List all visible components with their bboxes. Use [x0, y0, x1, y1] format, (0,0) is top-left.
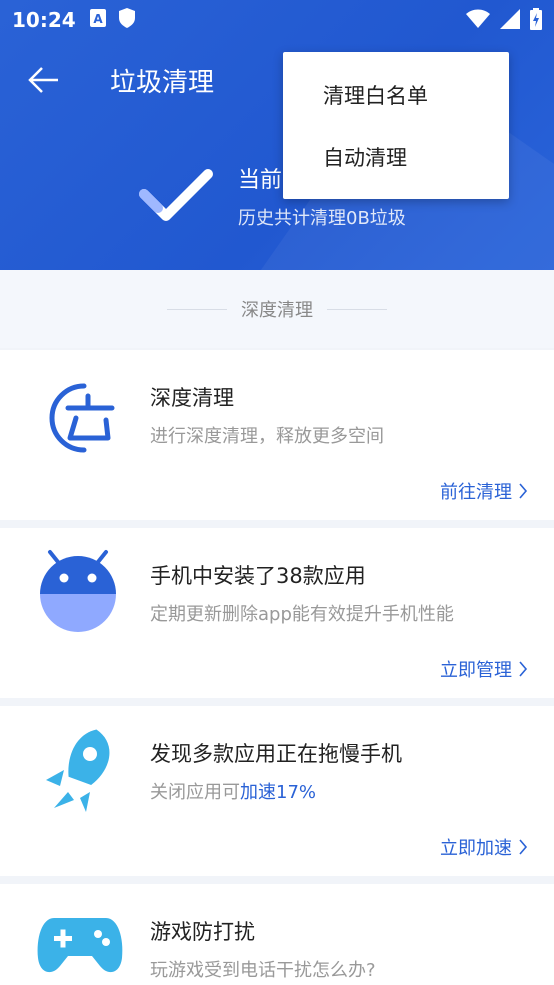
notification-a-icon: A	[89, 9, 106, 31]
card-description: 玩游戏受到电话干扰怎么办?	[150, 960, 376, 981]
card-description: 定期更新删除app能有效提升手机性能	[150, 604, 454, 625]
menu-item-auto-clean[interactable]: 自动清理	[323, 142, 407, 172]
action-label: 前往清理	[440, 482, 512, 503]
svg-text:A: A	[93, 12, 103, 26]
go-clean-button[interactable]: 前往清理	[440, 478, 528, 504]
chevron-right-icon	[519, 483, 528, 499]
history-clean-text: 历史共计清理0B垃圾	[238, 208, 406, 229]
gamepad-icon	[36, 912, 124, 985]
status-right-icons	[466, 8, 542, 34]
rocket-icon	[40, 724, 120, 820]
deep-clean-card[interactable]: 深度清理 进行深度清理，释放更多空间 前往清理	[0, 350, 554, 520]
desc-prefix: 关闭应用可	[150, 782, 240, 803]
speed-up-card[interactable]: 发现多款应用正在拖慢手机 关闭应用可加速17% 立即加速	[0, 706, 554, 876]
deep-clean-icon	[36, 378, 116, 462]
battery-icon	[530, 8, 542, 34]
action-label: 立即加速	[440, 838, 512, 859]
android-icon	[36, 548, 120, 642]
action-label: 立即管理	[440, 660, 512, 681]
card-title: 发现多款应用正在拖慢手机	[150, 742, 402, 766]
current-status-text: 当前	[238, 168, 283, 193]
section-header: 深度清理	[0, 270, 554, 348]
status-bar: 10:24 A	[0, 0, 554, 40]
shield-icon	[118, 7, 136, 33]
checkmark-icon	[138, 166, 214, 226]
speed-up-button[interactable]: 立即加速	[440, 834, 528, 860]
overflow-menu: 清理白名单 自动清理	[283, 52, 509, 199]
section-label: 深度清理	[241, 300, 313, 321]
divider-right	[327, 308, 387, 310]
game-dnd-card[interactable]: 游戏防打扰 玩游戏受到电话干扰怎么办?	[0, 884, 554, 985]
card-title: 深度清理	[150, 386, 234, 410]
menu-item-whitelist[interactable]: 清理白名单	[323, 80, 428, 110]
card-description: 进行深度清理，释放更多空间	[150, 426, 384, 447]
arrow-left-icon	[28, 67, 58, 93]
card-title: 手机中安装了38款应用	[150, 564, 366, 588]
wifi-icon	[466, 9, 490, 33]
chevron-right-icon	[519, 839, 528, 855]
manage-now-button[interactable]: 立即管理	[440, 656, 528, 682]
status-time: 10:24	[12, 8, 76, 32]
app-manage-card[interactable]: 手机中安装了38款应用 定期更新删除app能有效提升手机性能 立即管理	[0, 528, 554, 698]
signal-icon	[500, 9, 520, 33]
card-title: 游戏防打扰	[150, 920, 255, 944]
chevron-right-icon	[519, 661, 528, 677]
speed-percentage: 加速17%	[240, 782, 317, 803]
page-title: 垃圾清理	[110, 68, 215, 98]
card-description: 关闭应用可加速17%	[150, 778, 316, 804]
back-button[interactable]	[26, 62, 62, 98]
divider-left	[167, 308, 227, 310]
